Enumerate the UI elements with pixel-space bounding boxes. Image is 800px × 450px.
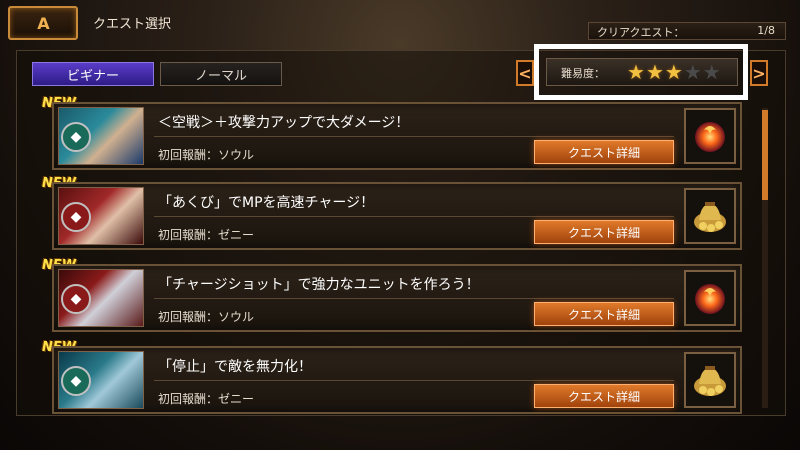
- row-divider: [154, 380, 674, 381]
- quest-title: 「停止」で敵を無力化！: [158, 359, 312, 375]
- difficulty-highlight-frame: [534, 44, 748, 100]
- element-emblem-icon: ◆: [61, 366, 91, 396]
- quest-detail-button[interactable]: クエスト詳細: [534, 302, 674, 326]
- row-divider: [154, 298, 674, 299]
- quest-row[interactable]: ◆ 「チャージショット」で強力なユニットを作ろう！ 初回報酬：ソウル クエスト詳…: [52, 264, 742, 332]
- screen-title: クエスト選択: [93, 17, 172, 32]
- difficulty-prev-button[interactable]: <: [516, 60, 534, 86]
- element-emblem-icon: ◆: [61, 284, 91, 314]
- clear-quest-label: クリアクエスト：: [597, 26, 685, 39]
- row-divider: [154, 216, 674, 217]
- quest-title: 「チャージショット」で強力なユニットを作ろう！: [158, 277, 480, 293]
- quest-reward: 初回報酬：ゼニー: [158, 392, 255, 406]
- clear-quest-counter: クリアクエスト： 1/8: [588, 22, 786, 40]
- zenny-bag-icon: [684, 188, 736, 244]
- back-button-label: A: [37, 13, 49, 33]
- character-portrait: ◆: [58, 107, 144, 165]
- quest-detail-button[interactable]: クエスト詳細: [534, 140, 674, 164]
- back-button[interactable]: A: [8, 6, 78, 40]
- soul-orb-icon: [684, 270, 736, 326]
- zenny-bag-icon: [684, 352, 736, 408]
- element-emblem-icon: ◆: [61, 122, 91, 152]
- quest-row[interactable]: ◆ 「あくび」でMPを高速チャージ！ 初回報酬：ゼニー クエスト詳細: [52, 182, 742, 250]
- tab-normal[interactable]: ノーマル: [160, 62, 282, 86]
- scrollbar-thumb[interactable]: [762, 110, 768, 200]
- tab-beginner[interactable]: ビギナー: [32, 62, 154, 86]
- character-portrait: ◆: [58, 187, 144, 245]
- quest-reward: 初回報酬：ソウル: [158, 148, 255, 162]
- quest-row[interactable]: ◆ ＜空戦＞＋攻撃力アップで大ダメージ！ 初回報酬：ソウル クエスト詳細: [52, 102, 742, 170]
- row-divider: [154, 136, 674, 137]
- top-bar: A クエスト選択 クリアクエスト： 1/8: [0, 0, 800, 46]
- quest-title: 「あくび」でMPを高速チャージ！: [158, 195, 375, 211]
- element-emblem-icon: ◆: [61, 202, 91, 232]
- character-portrait: ◆: [58, 269, 144, 327]
- quest-row[interactable]: ◆ 「停止」で敵を無力化！ 初回報酬：ゼニー クエスト詳細: [52, 346, 742, 414]
- clear-quest-value: 1/8: [757, 24, 775, 37]
- character-portrait: ◆: [58, 351, 144, 409]
- quest-detail-button[interactable]: クエスト詳細: [534, 384, 674, 408]
- quest-reward: 初回報酬：ソウル: [158, 310, 255, 324]
- quest-reward: 初回報酬：ゼニー: [158, 228, 255, 242]
- difficulty-next-button[interactable]: >: [750, 60, 768, 86]
- quest-title: ＜空戦＞＋攻撃力アップで大ダメージ！: [158, 115, 410, 131]
- soul-orb-icon: [684, 108, 736, 164]
- quest-detail-button[interactable]: クエスト詳細: [534, 220, 674, 244]
